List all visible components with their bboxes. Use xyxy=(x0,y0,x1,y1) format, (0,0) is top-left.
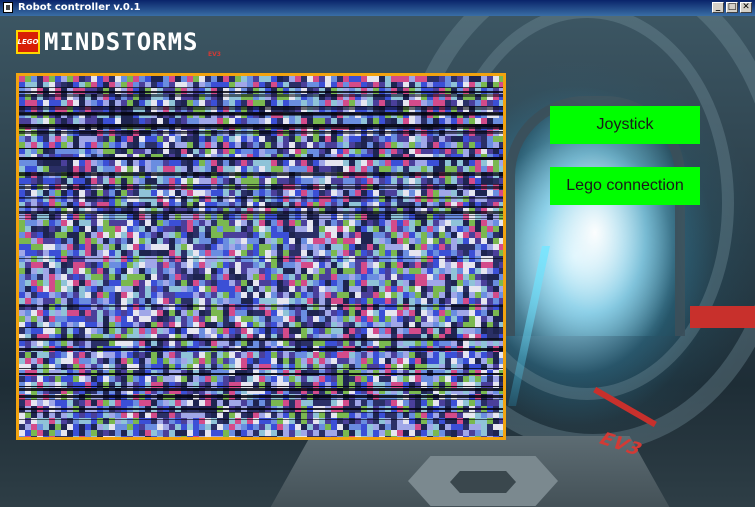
minimize-icon[interactable]: _ xyxy=(712,2,724,13)
maximize-icon[interactable]: □ xyxy=(726,2,738,13)
joystick-button[interactable]: Joystick xyxy=(550,106,700,144)
mindstorms-logo: LEGO MINDSTORMS xyxy=(16,29,199,55)
close-icon[interactable]: ✕ xyxy=(740,2,752,13)
lego-connection-button[interactable]: Lego connection xyxy=(550,167,700,205)
wall-red-stripe xyxy=(690,306,755,328)
floor-hex-inset xyxy=(450,471,516,493)
ev3-submark: EV3 xyxy=(208,51,221,58)
lego-logo-icon: LEGO xyxy=(16,30,40,54)
window-title: Robot controller v.0.1 xyxy=(18,2,141,13)
window-titlebar[interactable]: Robot controller v.0.1 _ □ ✕ xyxy=(0,0,755,16)
static-noise-image xyxy=(19,76,503,437)
window-app-icon xyxy=(3,2,13,13)
mindstorms-wordmark: MINDSTORMS xyxy=(44,28,199,56)
camera-video-feed xyxy=(16,73,506,440)
